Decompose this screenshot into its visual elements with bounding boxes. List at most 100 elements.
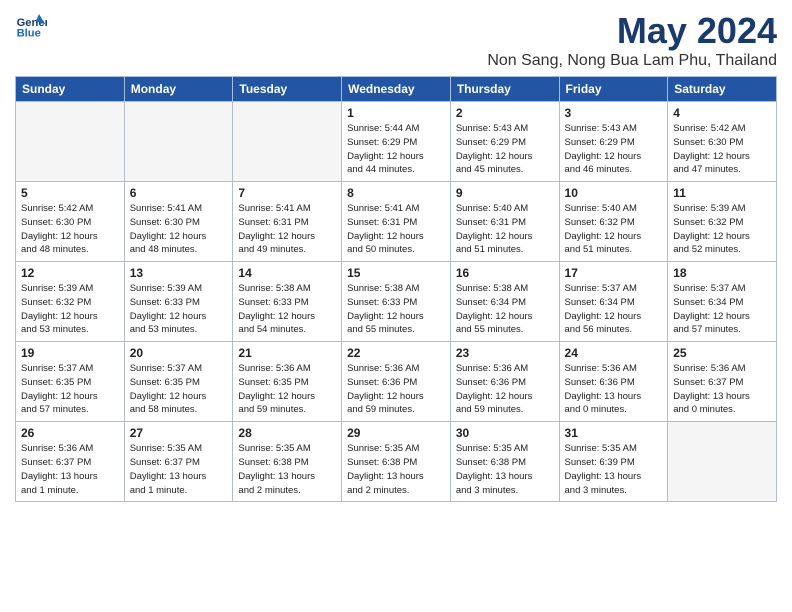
calendar-cell: 9 Sunrise: 5:40 AMSunset: 6:31 PMDaylight…	[450, 182, 559, 262]
calendar-cell: 17Sunrise: 5:37 AMSunset: 6:34 PMDayligh…	[559, 262, 668, 342]
calendar-cell: 19 Sunrise: 5:37 AMSunset: 6:35 PMDayligh…	[16, 342, 125, 422]
cell-info: Sunrise: 5:43 AMSunset: 6:29 PMDaylight:…	[565, 122, 663, 177]
calendar-cell	[233, 102, 342, 182]
calendar-cell: 6 Sunrise: 5:41 AMSunset: 6:30 PMDaylight…	[124, 182, 233, 262]
day-number: 19	[21, 346, 119, 360]
calendar-cell: 12 Sunrise: 5:39 AMSunset: 6:32 PMDayligh…	[16, 262, 125, 342]
day-number: 9	[456, 186, 554, 200]
cell-info: Sunrise: 5:41 AMSunset: 6:31 PMDaylight:…	[347, 202, 445, 257]
cell-info: Sunrise: 5:35 AMSunset: 6:38 PMDaylight:…	[347, 442, 445, 497]
day-number: 28	[238, 426, 336, 440]
cell-info: Sunrise: 5:37 AMSunset: 6:35 PMDaylight:…	[130, 362, 228, 417]
calendar-cell	[124, 102, 233, 182]
calendar-cell: 13Sunrise: 5:39 AMSunset: 6:33 PMDayligh…	[124, 262, 233, 342]
cell-info: Sunrise: 5:38 AMSunset: 6:33 PMDaylight:…	[238, 282, 336, 337]
day-number: 8	[347, 186, 445, 200]
cell-info: Sunrise: 5:37 AMSunset: 6:34 PMDaylight:…	[565, 282, 663, 337]
logo-icon: General Blue	[15, 10, 47, 42]
calendar-cell: 1Sunrise: 5:44 AMSunset: 6:29 PMDaylight…	[342, 102, 451, 182]
day-number: 20	[130, 346, 228, 360]
week-row-3: 12 Sunrise: 5:39 AMSunset: 6:32 PMDayligh…	[16, 262, 777, 342]
day-number: 3	[565, 106, 663, 120]
cell-info: Sunrise: 5:40 AMSunset: 6:31 PMDaylight:…	[456, 202, 554, 257]
calendar-cell: 23 Sunrise: 5:36 AMSunset: 6:36 PMDayligh…	[450, 342, 559, 422]
header: General Blue May 2024 Non Sang, Nong Bua…	[15, 10, 777, 70]
day-number: 10	[565, 186, 663, 200]
cell-info: Sunrise: 5:38 AMSunset: 6:33 PMDaylight:…	[347, 282, 445, 337]
header-friday: Friday	[559, 77, 668, 102]
day-number: 25	[673, 346, 771, 360]
day-number: 23	[456, 346, 554, 360]
cell-info: Sunrise: 5:44 AMSunset: 6:29 PMDaylight:…	[347, 122, 445, 177]
calendar-cell: 30Sunrise: 5:35 AMSunset: 6:38 PMDayligh…	[450, 422, 559, 502]
page: General Blue May 2024 Non Sang, Nong Bua…	[0, 0, 792, 517]
cell-info: Sunrise: 5:36 AMSunset: 6:37 PMDaylight:…	[673, 362, 771, 417]
cell-info: Sunrise: 5:42 AMSunset: 6:30 PMDaylight:…	[21, 202, 119, 257]
day-number: 6	[130, 186, 228, 200]
cell-info: Sunrise: 5:35 AMSunset: 6:38 PMDaylight:…	[238, 442, 336, 497]
day-number: 14	[238, 266, 336, 280]
cell-info: Sunrise: 5:41 AMSunset: 6:31 PMDaylight:…	[238, 202, 336, 257]
logo: General Blue	[15, 10, 47, 42]
calendar-cell: 27 Sunrise: 5:35 AMSunset: 6:37 PMDayligh…	[124, 422, 233, 502]
calendar-cell: 3 Sunrise: 5:43 AMSunset: 6:29 PMDaylight…	[559, 102, 668, 182]
cell-info: Sunrise: 5:36 AMSunset: 6:37 PMDaylight:…	[21, 442, 119, 497]
header-wednesday: Wednesday	[342, 77, 451, 102]
header-sunday: Sunday	[16, 77, 125, 102]
cell-info: Sunrise: 5:41 AMSunset: 6:30 PMDaylight:…	[130, 202, 228, 257]
cell-info: Sunrise: 5:37 AMSunset: 6:35 PMDaylight:…	[21, 362, 119, 417]
calendar-table: Sunday Monday Tuesday Wednesday Thursday…	[15, 76, 777, 502]
calendar-cell	[668, 422, 777, 502]
title-block: May 2024 Non Sang, Nong Bua Lam Phu, Tha…	[487, 10, 777, 70]
day-number: 7	[238, 186, 336, 200]
day-number: 27	[130, 426, 228, 440]
cell-info: Sunrise: 5:40 AMSunset: 6:32 PMDaylight:…	[565, 202, 663, 257]
calendar-cell: 21 Sunrise: 5:36 AMSunset: 6:35 PMDayligh…	[233, 342, 342, 422]
calendar-cell: 8 Sunrise: 5:41 AMSunset: 6:31 PMDaylight…	[342, 182, 451, 262]
cell-info: Sunrise: 5:36 AMSunset: 6:36 PMDaylight:…	[565, 362, 663, 417]
day-number: 29	[347, 426, 445, 440]
day-number: 4	[673, 106, 771, 120]
week-row-1: 1Sunrise: 5:44 AMSunset: 6:29 PMDaylight…	[16, 102, 777, 182]
header-saturday: Saturday	[668, 77, 777, 102]
day-number: 5	[21, 186, 119, 200]
cell-info: Sunrise: 5:36 AMSunset: 6:36 PMDaylight:…	[347, 362, 445, 417]
cell-info: Sunrise: 5:35 AMSunset: 6:37 PMDaylight:…	[130, 442, 228, 497]
calendar-cell: 22Sunrise: 5:36 AMSunset: 6:36 PMDayligh…	[342, 342, 451, 422]
cell-info: Sunrise: 5:36 AMSunset: 6:36 PMDaylight:…	[456, 362, 554, 417]
calendar-cell: 24Sunrise: 5:36 AMSunset: 6:36 PMDayligh…	[559, 342, 668, 422]
calendar-cell: 26 Sunrise: 5:36 AMSunset: 6:37 PMDayligh…	[16, 422, 125, 502]
cell-info: Sunrise: 5:37 AMSunset: 6:34 PMDaylight:…	[673, 282, 771, 337]
cell-info: Sunrise: 5:42 AMSunset: 6:30 PMDaylight:…	[673, 122, 771, 177]
cell-info: Sunrise: 5:38 AMSunset: 6:34 PMDaylight:…	[456, 282, 554, 337]
calendar-cell: 5 Sunrise: 5:42 AMSunset: 6:30 PMDaylight…	[16, 182, 125, 262]
day-number: 11	[673, 186, 771, 200]
calendar-cell: 7 Sunrise: 5:41 AMSunset: 6:31 PMDaylight…	[233, 182, 342, 262]
day-number: 18	[673, 266, 771, 280]
day-number: 12	[21, 266, 119, 280]
day-number: 26	[21, 426, 119, 440]
header-thursday: Thursday	[450, 77, 559, 102]
calendar-cell: 25 Sunrise: 5:36 AMSunset: 6:37 PMDayligh…	[668, 342, 777, 422]
calendar-cell: 4 Sunrise: 5:42 AMSunset: 6:30 PMDaylight…	[668, 102, 777, 182]
calendar-body: 1Sunrise: 5:44 AMSunset: 6:29 PMDaylight…	[16, 102, 777, 502]
calendar-cell: 14 Sunrise: 5:38 AMSunset: 6:33 PMDayligh…	[233, 262, 342, 342]
week-row-5: 26 Sunrise: 5:36 AMSunset: 6:37 PMDayligh…	[16, 422, 777, 502]
calendar-cell: 11 Sunrise: 5:39 AMSunset: 6:32 PMDayligh…	[668, 182, 777, 262]
header-monday: Monday	[124, 77, 233, 102]
calendar-cell: 29 Sunrise: 5:35 AMSunset: 6:38 PMDayligh…	[342, 422, 451, 502]
cell-info: Sunrise: 5:36 AMSunset: 6:35 PMDaylight:…	[238, 362, 336, 417]
day-number: 15	[347, 266, 445, 280]
calendar-cell: 15 Sunrise: 5:38 AMSunset: 6:33 PMDayligh…	[342, 262, 451, 342]
cell-info: Sunrise: 5:43 AMSunset: 6:29 PMDaylight:…	[456, 122, 554, 177]
day-number: 31	[565, 426, 663, 440]
calendar-cell: 20 Sunrise: 5:37 AMSunset: 6:35 PMDayligh…	[124, 342, 233, 422]
calendar-cell: 31Sunrise: 5:35 AMSunset: 6:39 PMDayligh…	[559, 422, 668, 502]
day-number: 21	[238, 346, 336, 360]
calendar-cell: 16Sunrise: 5:38 AMSunset: 6:34 PMDayligh…	[450, 262, 559, 342]
cell-info: Sunrise: 5:39 AMSunset: 6:32 PMDaylight:…	[21, 282, 119, 337]
header-tuesday: Tuesday	[233, 77, 342, 102]
cell-info: Sunrise: 5:39 AMSunset: 6:32 PMDaylight:…	[673, 202, 771, 257]
calendar-cell: 2Sunrise: 5:43 AMSunset: 6:29 PMDaylight…	[450, 102, 559, 182]
cell-info: Sunrise: 5:35 AMSunset: 6:38 PMDaylight:…	[456, 442, 554, 497]
